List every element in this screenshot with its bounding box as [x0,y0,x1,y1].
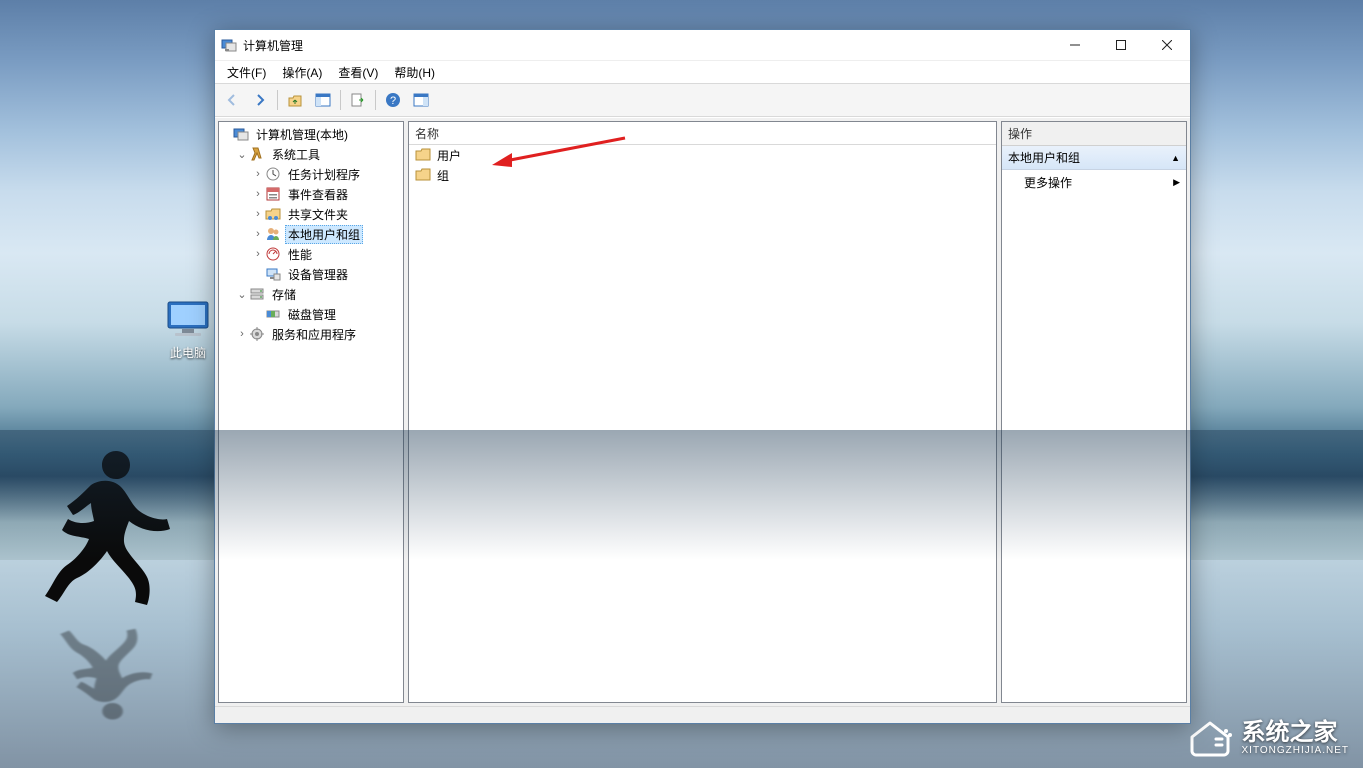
expander-icon[interactable]: › [251,168,265,180]
list-item-label: 组 [437,167,449,184]
tree-storage[interactable]: ⌄ 存储 [219,284,403,304]
menu-bar: 文件(F) 操作(A) 查看(V) 帮助(H) [215,60,1190,83]
actions-section-header[interactable]: 本地用户和组 ▲ [1002,146,1186,170]
menu-help[interactable]: 帮助(H) [386,62,443,83]
tree-label: 性能 [285,245,315,264]
actions-pane: 操作 本地用户和组 ▲ 更多操作 ▶ [1001,121,1187,703]
actions-more[interactable]: 更多操作 ▶ [1002,170,1186,195]
clock-icon [265,166,281,182]
nav-back-button[interactable] [219,87,245,113]
tree-local-users-groups[interactable]: › 本地用户和组 [219,224,403,244]
wallpaper-runner [18,440,188,630]
tree-label: 磁盘管理 [285,305,339,324]
shared-folder-icon [265,206,281,222]
performance-icon [265,246,281,262]
expander-icon[interactable]: › [235,328,249,340]
titlebar[interactable]: 计算机管理 [215,30,1190,60]
tree-label: 事件查看器 [285,185,351,204]
watermark-url: XITONGZHIJIA.NET [1242,745,1350,756]
show-hide-action-pane-button[interactable] [408,87,434,113]
computer-management-window: 计算机管理 文件(F) 操作(A) 查看(V) 帮助(H) ? [214,29,1191,724]
menu-view[interactable]: 查看(V) [330,62,386,83]
folder-icon [415,147,431,163]
desktop-background: 此电脑 系统之家 XITONGZHIJIA.NET 计算机管理 文件(F) 操作… [0,0,1363,768]
tree-system-tools[interactable]: ⌄ 系统工具 [219,144,403,164]
tools-icon [249,146,265,162]
client-area: 计算机管理(本地) ⌄ 系统工具 › 任务计划程序 › [215,117,1190,706]
tree-label: 设备管理器 [285,265,351,284]
tree-label: 共享文件夹 [285,205,351,224]
tree-task-scheduler[interactable]: › 任务计划程序 [219,164,403,184]
tree-disk-management[interactable]: 磁盘管理 [219,304,403,324]
tree-label: 服务和应用程序 [269,325,359,344]
tree-label: 计算机管理(本地) [253,125,351,144]
nav-forward-button[interactable] [247,87,273,113]
toolbar-separator [375,90,376,110]
maximize-button[interactable] [1098,30,1144,60]
watermark: 系统之家 XITONGZHIJIA.NET [1186,717,1350,760]
wallpaper-runner-reflection [18,614,188,726]
expander-icon[interactable]: › [251,208,265,220]
menu-action[interactable]: 操作(A) [274,62,330,83]
close-button[interactable] [1144,30,1190,60]
tree-services-apps[interactable]: › 服务和应用程序 [219,324,403,344]
expander-icon[interactable]: › [251,248,265,260]
svg-text:?: ? [390,95,396,107]
list-item-label: 用户 [437,147,461,164]
toolbar: ? [215,83,1190,117]
app-icon [221,37,237,53]
watermark-house-icon [1186,717,1234,760]
tree-label: 本地用户和组 [285,225,363,244]
tree-root-computer-management[interactable]: 计算机管理(本地) [219,124,403,144]
result-list-pane[interactable]: 名称 用户 组 [408,121,997,703]
menu-file[interactable]: 文件(F) [219,62,274,83]
toolbar-separator [277,90,278,110]
actions-header: 操作 [1002,122,1186,146]
tree-performance[interactable]: › 性能 [219,244,403,264]
device-manager-icon [265,266,281,282]
expander-icon[interactable]: › [251,228,265,240]
help-button[interactable]: ? [380,87,406,113]
services-icon [249,326,265,342]
tree-label: 系统工具 [269,145,323,164]
expander-icon[interactable]: › [251,188,265,200]
toolbar-separator [340,90,341,110]
console-tree-pane[interactable]: 计算机管理(本地) ⌄ 系统工具 › 任务计划程序 › [218,121,404,703]
tree-shared-folders[interactable]: › 共享文件夹 [219,204,403,224]
list-item-users[interactable]: 用户 [409,145,996,165]
window-title: 计算机管理 [243,37,303,54]
watermark-title: 系统之家 [1242,721,1350,745]
status-bar [215,706,1190,723]
list-item-groups[interactable]: 组 [409,165,996,185]
expander-icon[interactable]: ⌄ [235,288,249,301]
show-hide-tree-button[interactable] [310,87,336,113]
event-viewer-icon [265,186,281,202]
this-pc-icon [165,300,211,338]
collapse-icon: ▲ [1171,153,1180,163]
users-groups-icon [265,226,281,242]
computer-management-icon [233,126,249,142]
tree-label: 存储 [269,285,299,304]
up-level-button[interactable] [282,87,308,113]
minimize-button[interactable] [1052,30,1098,60]
actions-more-label: 更多操作 [1024,174,1072,191]
tree-event-viewer[interactable]: › 事件查看器 [219,184,403,204]
storage-icon [249,286,265,302]
tree-label: 任务计划程序 [285,165,363,184]
folder-icon [415,167,431,183]
disk-management-icon [265,306,281,322]
actions-section-label: 本地用户和组 [1008,149,1080,166]
chevron-right-icon: ▶ [1173,177,1180,188]
column-header-name[interactable]: 名称 [409,122,996,145]
expander-icon[interactable]: ⌄ [235,148,249,161]
export-list-button[interactable] [345,87,371,113]
tree-device-manager[interactable]: 设备管理器 [219,264,403,284]
